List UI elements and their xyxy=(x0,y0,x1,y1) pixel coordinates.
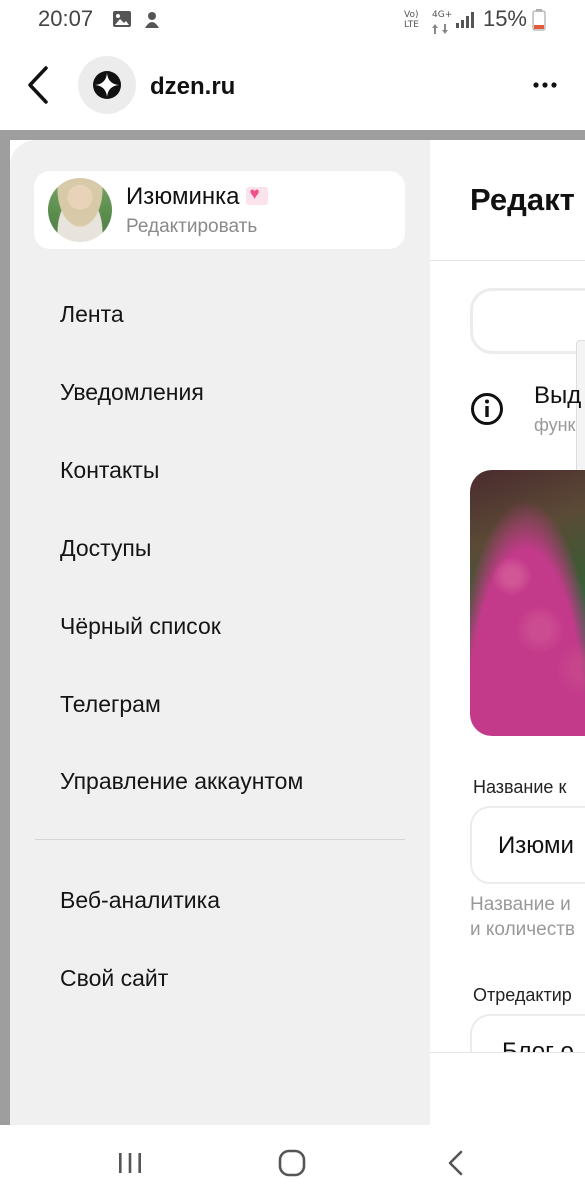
navigation-drawer: Изюминка Редактировать Лента Уведомления… xyxy=(10,140,430,1125)
battery-percent: 15% xyxy=(482,6,527,31)
notification-app-icon xyxy=(142,10,162,35)
edit-profile-link[interactable]: Редактировать xyxy=(126,216,257,238)
dzen-logo-icon[interactable] xyxy=(78,56,136,114)
status-bar: 20:07 Vo) LTE 4G+ 15% xyxy=(0,0,585,40)
description-label: Отредактир xyxy=(473,985,572,1005)
info-title: Выд xyxy=(534,382,582,409)
page-title: Редакт xyxy=(470,182,575,217)
bottom-panel xyxy=(430,1052,585,1125)
channel-name-label: Название к xyxy=(473,777,567,797)
network-type-label: 4G+ xyxy=(432,10,453,20)
data-arrows-icon xyxy=(432,21,448,39)
recent-apps-icon[interactable] xyxy=(110,1145,150,1181)
menu-item-access[interactable]: Доступы xyxy=(60,535,151,562)
overlay-scrim-left xyxy=(0,130,10,1125)
avatar[interactable] xyxy=(48,178,112,242)
signal-icon xyxy=(456,12,476,33)
menu-item-feed[interactable]: Лента xyxy=(60,301,124,328)
profile-name: Изюминка xyxy=(126,183,268,211)
menu-divider xyxy=(35,839,405,840)
status-time: 20:07 xyxy=(38,6,94,31)
gallery-icon xyxy=(112,10,132,33)
back-button[interactable] xyxy=(22,62,56,108)
heart-envelope-icon xyxy=(245,184,268,205)
site-url[interactable]: dzen.ru xyxy=(150,73,235,101)
menu-item-blacklist[interactable]: Чёрный список xyxy=(60,613,221,640)
overlay-scrim xyxy=(0,130,585,140)
hint-line: и количеств xyxy=(470,919,576,940)
nav-back-icon[interactable] xyxy=(436,1145,476,1181)
channel-name-hint: Название и и количеств xyxy=(470,892,575,942)
menu-item-contacts[interactable]: Контакты xyxy=(60,457,159,484)
system-nav-bar xyxy=(0,1125,585,1200)
info-subtitle: функ xyxy=(534,415,576,435)
volte-label: Vo) xyxy=(404,10,419,20)
profile-card[interactable]: Изюминка Редактировать xyxy=(34,171,405,249)
home-icon[interactable] xyxy=(272,1145,312,1181)
browser-toolbar: dzen.ru xyxy=(0,40,585,130)
background-edit-page: Редакт Выд функ Название к Изюми Названи… xyxy=(430,140,585,1125)
cover-image[interactable] xyxy=(470,470,585,736)
lte-label: LTE xyxy=(404,20,419,30)
hint-line: Название и xyxy=(470,894,571,915)
menu-item-account-management[interactable]: Управление аккаунтом xyxy=(60,768,303,795)
menu-item-notifications[interactable]: Уведомления xyxy=(60,379,204,406)
profile-name-text: Изюминка xyxy=(126,183,240,210)
menu-item-web-analytics[interactable]: Веб-аналитика xyxy=(60,887,220,914)
menu-item-own-site[interactable]: Свой сайт xyxy=(60,965,168,992)
more-options-icon[interactable] xyxy=(520,70,570,100)
battery-icon xyxy=(532,9,546,36)
tab-switcher[interactable] xyxy=(470,288,585,354)
menu-item-telegram[interactable]: Телеграм xyxy=(60,691,161,718)
info-icon xyxy=(470,392,504,426)
divider xyxy=(430,260,585,261)
channel-name-value: Изюми xyxy=(498,832,574,859)
